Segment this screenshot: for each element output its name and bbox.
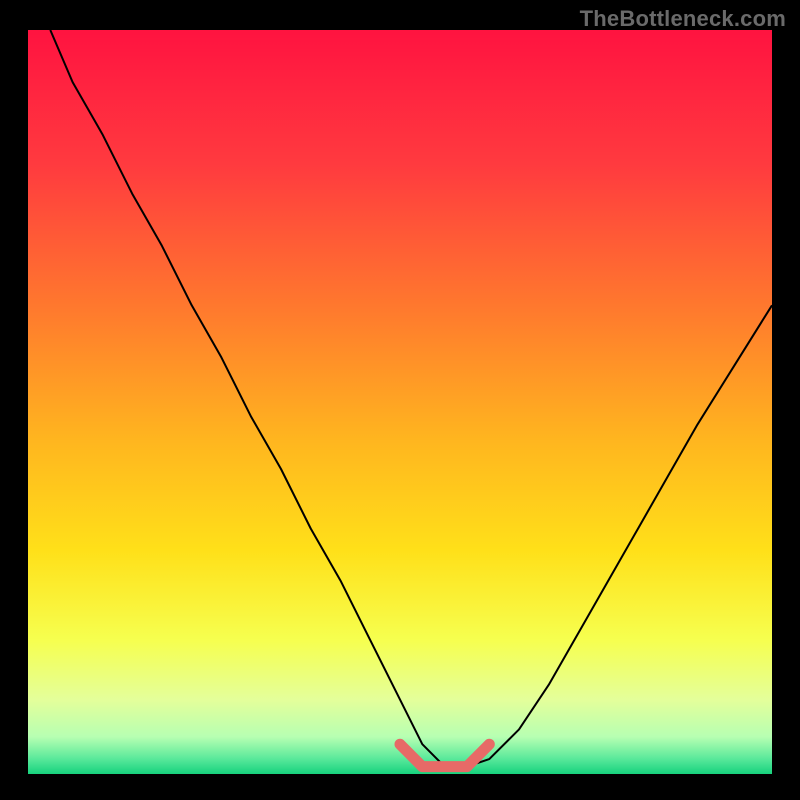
watermark-text: TheBottleneck.com xyxy=(580,6,786,32)
chart-stage: TheBottleneck.com xyxy=(0,0,800,800)
bottleneck-chart xyxy=(0,0,800,800)
